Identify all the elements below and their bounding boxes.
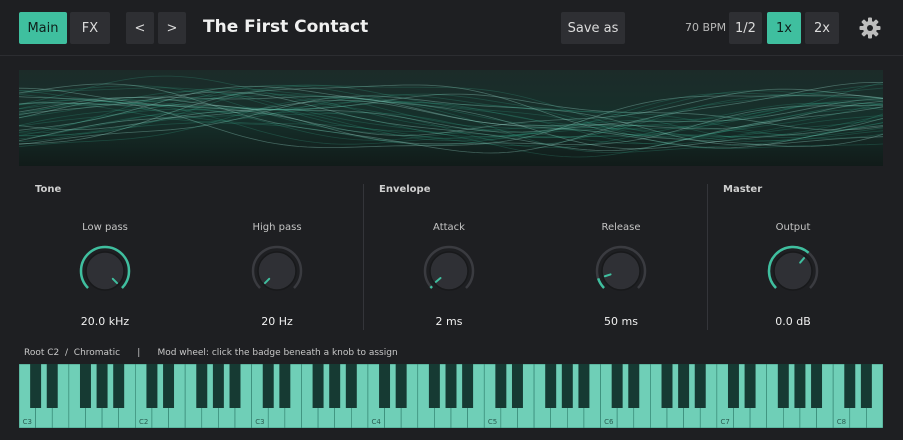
- black-key[interactable]: [860, 364, 872, 408]
- high-pass-knob[interactable]: [250, 244, 304, 298]
- black-key[interactable]: [611, 364, 623, 408]
- knob-value: 2 ms: [435, 315, 463, 328]
- knob-label: Release: [601, 222, 641, 233]
- octave-label: C8: [837, 418, 846, 426]
- knob-label: High pass: [252, 222, 302, 233]
- waveform-graphic: [19, 70, 883, 166]
- save-as-button[interactable]: Save as: [561, 12, 625, 44]
- release-knob[interactable]: [594, 244, 648, 298]
- black-key[interactable]: [561, 364, 573, 408]
- root-note[interactable]: Root C2: [24, 348, 59, 358]
- tab-main[interactable]: Main: [19, 12, 67, 44]
- output-knob[interactable]: [766, 244, 820, 298]
- black-key[interactable]: [312, 364, 324, 408]
- black-key[interactable]: [163, 364, 175, 408]
- knob-body[interactable]: [85, 251, 125, 291]
- tab-fx[interactable]: FX: [70, 12, 110, 44]
- info-separator: /: [65, 348, 69, 358]
- octave-label: C6: [604, 418, 614, 426]
- knob-low-pass[interactable]: Low pass 20.0 kHz: [45, 222, 165, 328]
- black-key[interactable]: [379, 364, 391, 408]
- black-key[interactable]: [30, 364, 42, 408]
- section-label-tone: Tone: [35, 184, 62, 195]
- black-key[interactable]: [229, 364, 241, 408]
- black-key[interactable]: [628, 364, 640, 408]
- preset-title: The First Contact: [203, 17, 369, 37]
- knob-value: 20.0 kHz: [80, 315, 130, 328]
- black-key[interactable]: [794, 364, 806, 408]
- knob-body[interactable]: [257, 251, 297, 291]
- section-divider: [707, 184, 708, 330]
- scale-name[interactable]: Chromatic: [74, 348, 120, 358]
- knob-value: 0.0 dB: [775, 315, 811, 328]
- black-key[interactable]: [727, 364, 739, 408]
- black-key[interactable]: [46, 364, 58, 408]
- octave-label: C4: [372, 418, 382, 426]
- octave-label: C7: [720, 418, 729, 426]
- black-key[interactable]: [844, 364, 856, 408]
- mod-wheel-hint: Mod wheel: click the badge beneath a kno…: [157, 348, 398, 358]
- black-key[interactable]: [744, 364, 756, 408]
- black-key[interactable]: [694, 364, 706, 408]
- black-key[interactable]: [79, 364, 91, 408]
- knob-body[interactable]: [601, 251, 641, 291]
- black-key[interactable]: [146, 364, 158, 408]
- black-key[interactable]: [811, 364, 823, 408]
- black-key[interactable]: [777, 364, 789, 408]
- black-key[interactable]: [462, 364, 474, 408]
- attack-knob[interactable]: [422, 244, 476, 298]
- black-key[interactable]: [578, 364, 590, 408]
- knob-release[interactable]: Release 50 ms: [561, 222, 681, 328]
- octave-label: C5: [488, 418, 497, 426]
- keyboard-info-line: Root C2 / Chromatic | Mod wheel: click t…: [24, 348, 398, 358]
- black-key[interactable]: [511, 364, 523, 408]
- black-key[interactable]: [661, 364, 673, 408]
- knob-label: Low pass: [82, 222, 128, 233]
- section-label-master: Master: [723, 184, 763, 195]
- black-key[interactable]: [428, 364, 440, 408]
- black-key[interactable]: [279, 364, 291, 408]
- black-key[interactable]: [96, 364, 108, 408]
- piano-keys[interactable]: C3 C2 C3 C4 C5 C6 C7 C8: [18, 363, 884, 429]
- knob-body[interactable]: [773, 251, 813, 291]
- speed-2x-button[interactable]: 2x: [805, 12, 839, 44]
- previous-preset-button[interactable]: <: [126, 12, 154, 44]
- black-key[interactable]: [345, 364, 357, 408]
- black-key[interactable]: [113, 364, 125, 408]
- black-key[interactable]: [445, 364, 457, 408]
- info-pipe: |: [137, 348, 141, 358]
- black-key[interactable]: [545, 364, 557, 408]
- knob-value: 50 ms: [604, 315, 638, 328]
- knob-label: Attack: [433, 222, 465, 233]
- speed-1x-button[interactable]: 1x: [767, 12, 801, 44]
- top-bar: Main FX < > The First Contact Save as 70…: [0, 0, 903, 56]
- gear-icon[interactable]: [858, 16, 882, 40]
- section-divider: [363, 184, 364, 330]
- octave-label: C3: [23, 418, 32, 426]
- knob-attack[interactable]: Attack 2 ms: [389, 222, 509, 328]
- black-key[interactable]: [196, 364, 208, 408]
- speed-half-button[interactable]: 1/2: [729, 12, 762, 44]
- knob-high-pass[interactable]: High pass 20 Hz: [217, 222, 337, 328]
- next-preset-button[interactable]: >: [158, 12, 186, 44]
- piano-keyboard[interactable]: C3 C2 C3 C4 C5 C6 C7 C8: [18, 363, 884, 429]
- black-key[interactable]: [212, 364, 224, 408]
- octave-label: C2: [139, 418, 148, 426]
- black-key[interactable]: [495, 364, 507, 408]
- black-key[interactable]: [262, 364, 274, 408]
- knob-value: 20 Hz: [261, 315, 293, 328]
- bpm-readout: 70 BPM: [685, 21, 727, 34]
- knob-output[interactable]: Output 0.0 dB: [733, 222, 853, 328]
- knob-body[interactable]: [429, 251, 469, 291]
- low-pass-knob[interactable]: [78, 244, 132, 298]
- octave-label: C3: [255, 418, 264, 426]
- black-key[interactable]: [329, 364, 341, 408]
- knob-value-arc: [596, 277, 605, 289]
- waveform-display: [19, 70, 883, 166]
- knob-value-arc: [429, 285, 433, 289]
- knob-label: Output: [775, 222, 811, 233]
- black-key[interactable]: [678, 364, 690, 408]
- section-label-envelope: Envelope: [379, 184, 431, 195]
- black-key[interactable]: [395, 364, 407, 408]
